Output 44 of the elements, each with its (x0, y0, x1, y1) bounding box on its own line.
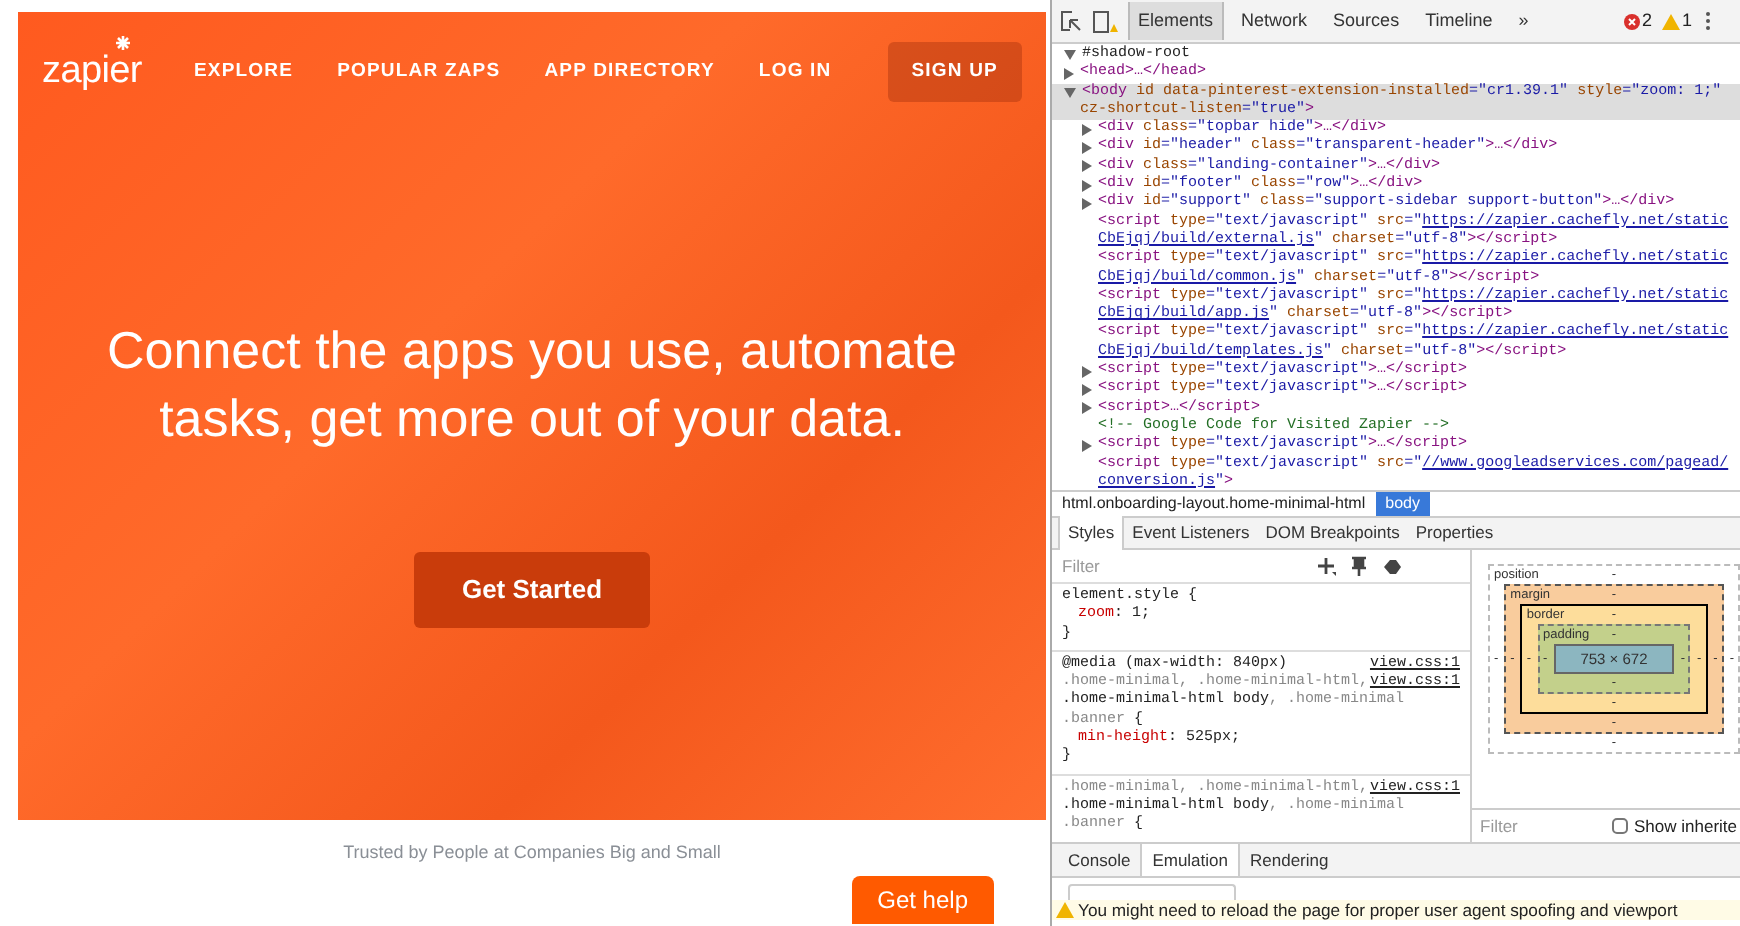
warning-icon (1056, 902, 1074, 918)
hero-headline: Connect the apps you use, automate tasks, get more out of your data. (105, 318, 959, 453)
error-count[interactable]: 2 (1641, 7, 1652, 35)
signup-button[interactable]: SIGN UP (887, 42, 1022, 103)
panel-tab[interactable]: Network (1233, 1, 1316, 41)
more-tabs-button[interactable]: » (1510, 1, 1537, 41)
tagline-text: Trusted by People at Companies Big and Small (341, 840, 723, 866)
inspect-icon[interactable] (1060, 10, 1082, 32)
warning-icon (1661, 13, 1680, 29)
breadcrumb[interactable]: body (1375, 492, 1430, 516)
get-started-button[interactable]: Get Started (413, 552, 651, 628)
panel-tab[interactable]: Timeline (1417, 1, 1501, 41)
plus-icon[interactable] (1318, 557, 1336, 575)
disclosure-icon[interactable] (1082, 179, 1092, 192)
drawer-tab[interactable]: Console (1058, 844, 1141, 876)
disclosure-icon[interactable] (1082, 123, 1092, 136)
checkbox-label: Show inherite (1634, 813, 1738, 839)
device-warning-icon[interactable] (1092, 9, 1118, 33)
checkbox[interactable] (1612, 818, 1628, 834)
asterisk-icon (116, 35, 130, 50)
panel-tab[interactable]: Sources (1325, 1, 1408, 41)
error-icon (1623, 13, 1640, 29)
disclosure-icon[interactable] (1082, 160, 1092, 173)
panel-tab[interactable]: Elements (1128, 1, 1224, 41)
disclosure-icon[interactable] (1082, 198, 1092, 211)
sidebar-tab[interactable]: Properties (1407, 516, 1502, 550)
sidebar-tab[interactable]: Styles (1058, 516, 1125, 550)
disclosure-icon[interactable] (1082, 365, 1092, 378)
disclosure-icon[interactable] (1064, 50, 1076, 61)
disclosure-icon[interactable] (1082, 142, 1092, 155)
toggle-state-icon[interactable] (1382, 557, 1402, 575)
disclosure-icon[interactable] (1082, 383, 1092, 396)
sidebar-tab[interactable]: DOM Breakpoints (1257, 516, 1408, 550)
pin-icon[interactable] (1352, 556, 1366, 576)
warning-count[interactable]: 1 (1681, 7, 1692, 35)
kebab-menu-icon[interactable] (1702, 10, 1714, 32)
breadcrumb[interactable]: html.onboarding-layout.home-minimal-html (1052, 492, 1376, 516)
filter-field[interactable]: Filter (1062, 553, 1302, 579)
sidebar-tab[interactable]: Event Listeners (1124, 516, 1258, 550)
drawer-tab[interactable]: Rendering (1240, 844, 1339, 876)
warning-message: You might need to reload the page for proper user agent spoofing and viewport (1078, 900, 1678, 920)
drawer-tab[interactable]: Emulation (1140, 844, 1240, 876)
disclosure-icon[interactable] (1082, 439, 1092, 452)
disclosure-icon[interactable] (1082, 402, 1092, 415)
